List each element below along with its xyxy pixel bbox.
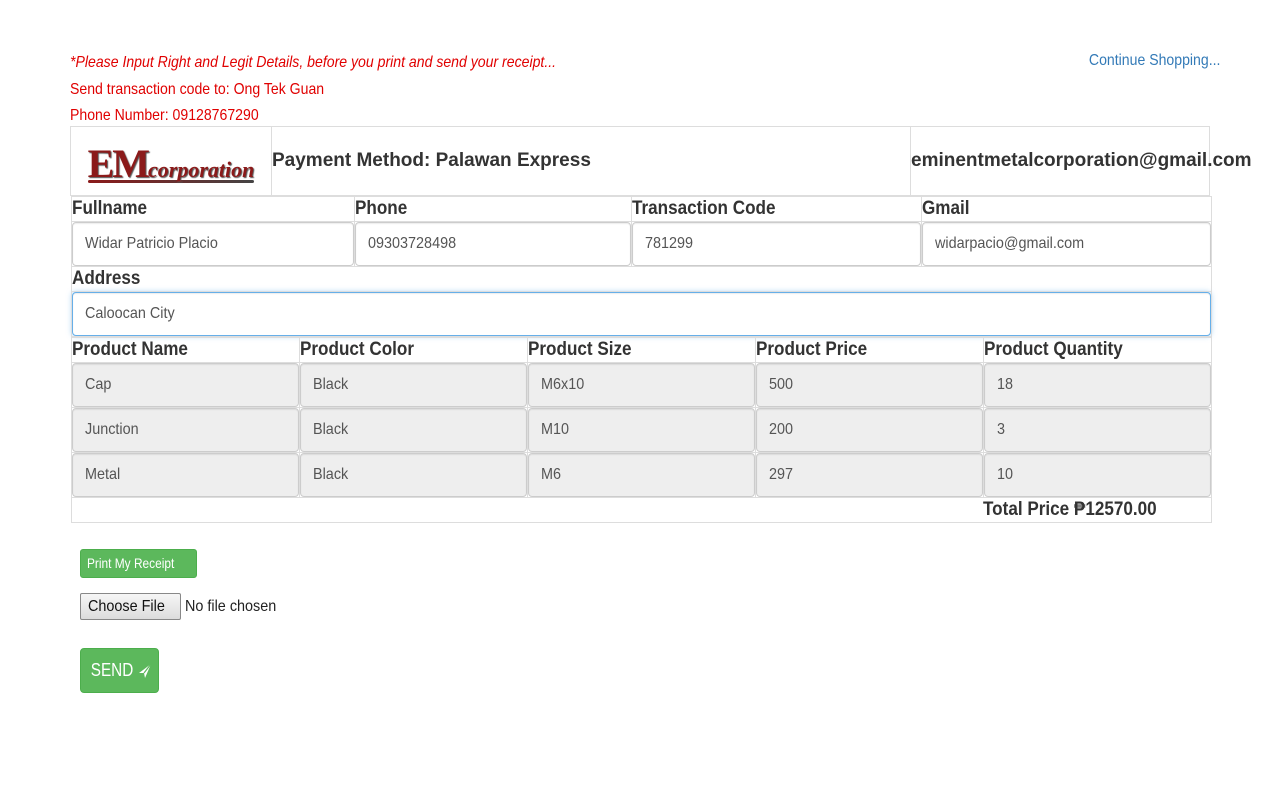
product-price-value: 200 — [768, 421, 793, 438]
receipt-table: EMcorporation Payment Method: Palawan Ex… — [70, 126, 1252, 523]
print-receipt-button[interactable]: Print My Receipt — [80, 549, 197, 578]
product-quantity-value: 18 — [996, 376, 1013, 393]
gmail-field[interactable]: widarpacio@gmail.com — [921, 222, 1211, 266]
product-color-field[interactable]: Black — [299, 453, 527, 497]
gmail-value: widarpacio@gmail.com — [934, 235, 1084, 252]
product-size-header: Product Size — [527, 339, 632, 360]
continue-shopping-link[interactable]: Continue Shopping... — [1088, 50, 1220, 72]
product-color-field[interactable]: Black — [299, 363, 527, 407]
product-quantity-field[interactable]: 18 — [983, 363, 1211, 407]
logo-cell: EMcorporation — [70, 126, 272, 196]
payment-method: Payment Method: Palawan Express — [271, 126, 911, 196]
file-status: No file chosen — [185, 597, 277, 615]
product-size-field[interactable]: M10 — [527, 408, 755, 452]
transaction-code-value: 781299 — [644, 235, 693, 252]
product-size-field[interactable]: M6x10 — [527, 363, 755, 407]
fullname-label: Fullname — [71, 198, 147, 219]
product-size-value: M6x10 — [540, 376, 584, 393]
product-color-field[interactable]: Black — [299, 408, 527, 452]
paper-plane-icon — [139, 663, 152, 678]
address-value: Caloocan City — [84, 305, 175, 322]
company-logo: EMcorporation — [87, 140, 255, 186]
product-size-field[interactable]: M6 — [527, 453, 755, 497]
file-input[interactable]: Choose File No file chosen — [80, 593, 287, 620]
notice-warning: *Please Input Right and Legit Details, b… — [70, 54, 557, 71]
customer-row: Fullname Phone Transaction Code Gmail Wi… — [70, 196, 1212, 337]
product-price-field[interactable]: 297 — [755, 453, 983, 497]
product-price-value: 500 — [768, 376, 793, 393]
notice-block: *Please Input Right and Legit Details, b… — [70, 50, 556, 130]
choose-file-button[interactable]: Choose File — [80, 593, 182, 620]
product-color-value: Black — [312, 421, 348, 438]
product-name-header: Product Name — [71, 339, 188, 360]
product-price-value: 297 — [768, 466, 793, 483]
product-price-header: Product Price — [755, 339, 867, 360]
product-name-value: Junction — [84, 421, 139, 438]
product-quantity-field[interactable]: 10 — [983, 453, 1211, 497]
product-name-value: Metal — [84, 466, 120, 483]
product-color-header: Product Color — [299, 339, 414, 360]
transaction-code-field[interactable]: 781299 — [631, 222, 921, 266]
product-price-field[interactable]: 200 — [755, 408, 983, 452]
product-color-value: Black — [312, 376, 348, 393]
products-row: Product Name Product Color Product Size … — [70, 337, 1212, 523]
phone-value: 09303728498 — [367, 235, 456, 252]
table-row: Cap Black M6x10 500 18 — [70, 362, 1212, 408]
total-price: Total Price ₱12570.00 — [983, 499, 1157, 520]
product-size-value: M10 — [540, 421, 569, 438]
customer-table: Fullname Phone Transaction Code Gmail Wi… — [70, 196, 1212, 337]
table-row: Junction Black M10 200 3 — [70, 407, 1212, 453]
products-table: Product Name Product Color Product Size … — [70, 337, 1212, 523]
total-row: Total Price ₱12570.00 — [70, 497, 1212, 523]
address-field[interactable]: Caloocan City — [71, 292, 1211, 336]
logo-em-text: EM — [87, 140, 150, 186]
phone-field[interactable]: 09303728498 — [354, 222, 631, 266]
send-button[interactable]: SEND — [80, 648, 159, 693]
product-color-value: Black — [312, 466, 348, 483]
receipt-header-row: EMcorporation Payment Method: Palawan Ex… — [70, 126, 1252, 196]
product-quantity-value: 10 — [996, 466, 1013, 483]
product-quantity-field[interactable]: 3 — [983, 408, 1211, 452]
table-row: Metal Black M6 297 10 — [70, 452, 1212, 498]
product-quantity-value: 3 — [996, 421, 1005, 438]
product-name-field[interactable]: Junction — [71, 408, 299, 452]
fullname-field[interactable]: Widar Patricio Placio — [71, 222, 354, 266]
fullname-value: Widar Patricio Placio — [84, 235, 218, 252]
product-size-value: M6 — [540, 466, 561, 483]
company-email: eminentmetalcorporation@gmail.com — [910, 126, 1252, 196]
product-name-field[interactable]: Cap — [71, 363, 299, 407]
notice-send-to: Send transaction code to: Ong Tek Guan — [70, 80, 325, 98]
gmail-label: Gmail — [921, 198, 970, 219]
logo-corp-text: corporation — [148, 156, 255, 182]
product-price-field[interactable]: 500 — [755, 363, 983, 407]
product-quantity-header: Product Quantity — [983, 339, 1123, 360]
transaction-code-label: Transaction Code — [631, 198, 775, 219]
send-label: SEND — [90, 660, 134, 680]
product-name-field[interactable]: Metal — [71, 453, 299, 497]
address-label: Address — [71, 268, 140, 289]
product-name-value: Cap — [84, 376, 111, 393]
choose-file-label: Choose File — [88, 598, 165, 615]
phone-label: Phone — [354, 198, 407, 219]
print-receipt-label: Print My Receipt — [87, 555, 175, 571]
